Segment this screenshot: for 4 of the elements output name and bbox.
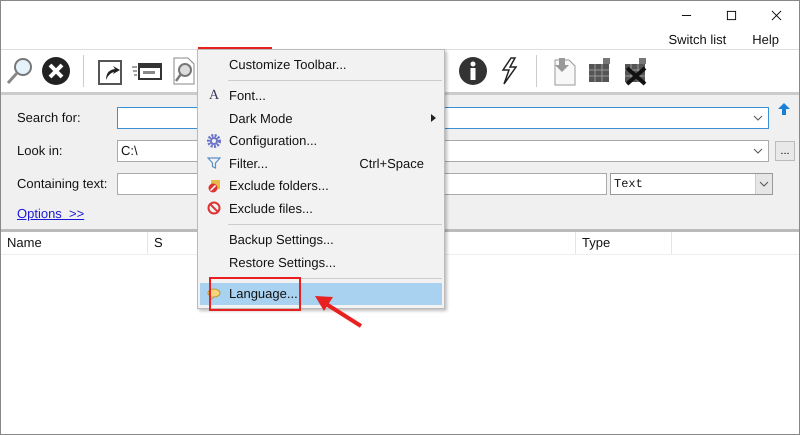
- field-label: Look in:: [16, 143, 64, 158]
- font-icon: A: [208, 88, 220, 103]
- field-label: Search for:: [16, 110, 82, 125]
- field-label: Containing text:: [16, 176, 108, 191]
